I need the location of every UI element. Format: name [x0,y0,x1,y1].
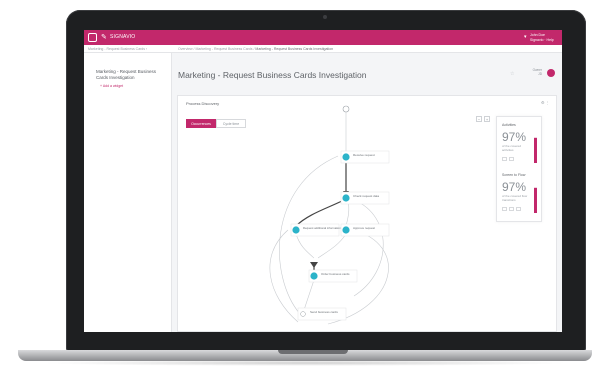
camera-icon [323,15,327,19]
metric-bar-fill [534,187,537,213]
breadcrumb-current: Marketing - Request Business Cards Inves… [255,47,334,51]
metric-desc: of the covered activities [502,144,522,152]
node-label: Request additional information [303,226,341,230]
wrench-icon: ✎ [101,34,107,41]
laptop-base [18,350,592,361]
flow-edge [353,199,384,297]
avatar[interactable] [547,69,555,77]
metric-label: Screen to Flow [502,173,526,177]
breadcrumb-prefix[interactable]: Overview / Marketing - Request Business … [178,47,255,51]
screen: ✎ SIGNAVIO ▾ John Doe Signavio · Help Ma… [84,30,562,332]
breadcrumb-bar: Marketing - Request Business Cards › Ove… [84,45,562,53]
chip[interactable] [516,206,521,211]
breadcrumb: Overview / Marketing - Request Business … [178,47,333,51]
metric-flow: Screen to Flow 97% of the covered flow t… [502,173,540,213]
add-widget-link[interactable]: + Add a widget [100,84,123,88]
app-logo-icon[interactable] [88,33,97,42]
sidebar: Marketing - Request Business Cards Inves… [84,53,172,332]
flow-arrow [310,262,318,268]
node-label: Send business cards [310,310,338,314]
breadcrumb-left[interactable]: Marketing - Request Business Cards › [88,47,147,51]
metric-bar [534,137,537,163]
star-icon[interactable]: ☆ [510,71,514,77]
flow-edge [269,229,299,323]
flow-node-receive[interactable]: Receive request [340,150,390,164]
node-label: Receive request [353,153,375,157]
metrics-card: Activities 97% of the covered activities… [496,116,542,222]
flow-edge [295,233,315,259]
metric-activities: Activities 97% of the covered activities [502,123,540,163]
chevron-down-icon[interactable]: ▾ [524,32,527,43]
flow-node-send[interactable]: Send business cards [297,307,347,321]
brand-name[interactable]: SIGNAVIO [110,32,135,43]
flow-node-approve[interactable]: Approve request [340,223,390,237]
metric-desc: of the covered flow transitions [502,194,528,202]
flow-edge [303,279,315,311]
node-label: Order business cards [321,272,350,276]
breadcrumb-left-text: Marketing - Request Business Cards [88,47,145,51]
owner-info: Owner JD [526,68,542,76]
process-discovery-panel: Process Discovery ⚙ ⋮ Occurrences Cycle … [177,95,557,332]
metric-bar [534,187,537,213]
page-title: Marketing - Request Business Cards Inves… [178,70,367,80]
chip[interactable] [502,156,507,161]
flow-node-check[interactable]: Check request data [340,191,390,205]
top-bar: ✎ SIGNAVIO ▾ John Doe Signavio · Help [84,30,562,45]
metric-label: Activities [502,123,516,127]
chip[interactable] [509,156,514,161]
user-menu[interactable]: John Doe Signavio · Help [530,33,554,42]
flow-edge [317,233,347,259]
user-org: Signavio · Help [530,37,554,42]
node-label: Check request data [353,194,379,198]
node-label: Approve request [353,226,375,230]
flow-edge [295,199,345,227]
sidebar-item-investigation[interactable]: Marketing - Request Business Cards Inves… [96,69,166,80]
chip[interactable] [509,206,514,211]
flow-node-order[interactable]: Order business cards [308,269,358,283]
flow-node-additional-info[interactable]: Request additional information [290,223,341,237]
metric-bar-fill [534,137,537,163]
owner-value: JD [538,72,542,76]
start-event[interactable] [342,105,350,113]
chip[interactable] [502,206,507,211]
main-content: Marketing - Request Business Cards Inves… [172,53,562,332]
laptop-notch [278,350,348,354]
